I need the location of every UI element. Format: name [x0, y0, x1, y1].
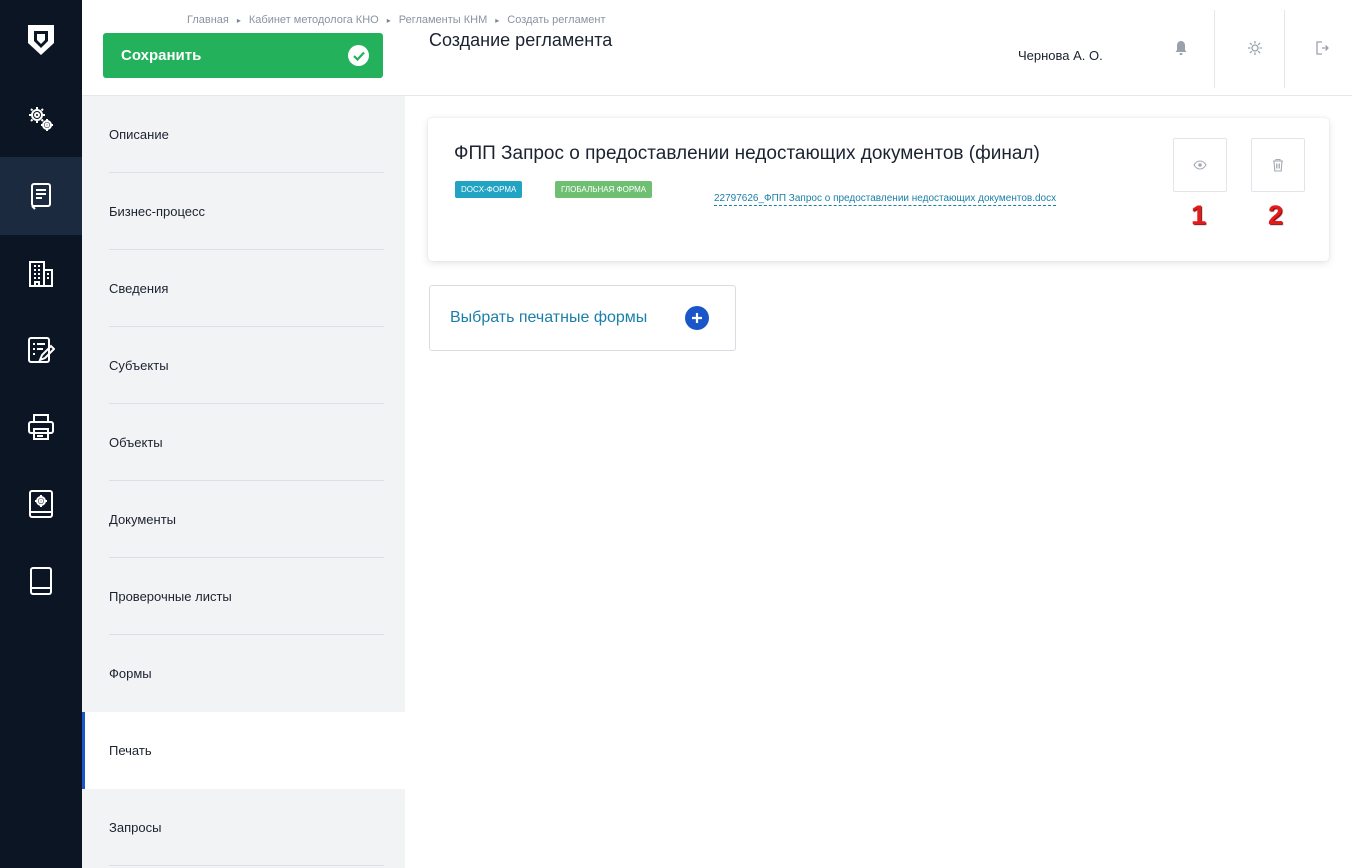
section-sidebar: Описание Бизнес-процесс Сведения Субъект…	[82, 96, 405, 868]
breadcrumb-item-home[interactable]: Главная	[187, 14, 229, 26]
sidebar-item-forms[interactable]: Формы	[82, 635, 405, 712]
user-name[interactable]: Чернова А. О.	[1018, 48, 1103, 63]
divider	[1214, 10, 1215, 88]
sidebar-item-label: Документы	[109, 512, 177, 527]
sidebar-item-label: Сведения	[109, 281, 169, 296]
icon-rail	[0, 0, 82, 868]
top-bar: Сохранить Главная ▸ Кабинет методолога К…	[82, 0, 1352, 96]
print-form-title: ФПП Запрос о предоставлении недостающих …	[454, 143, 1040, 164]
edit-form-icon[interactable]	[0, 311, 82, 389]
select-print-forms-button[interactable]: Выбрать печатные формы	[429, 285, 736, 351]
sidebar-item-label: Объекты	[109, 435, 163, 450]
sidebar-item-label: Субъекты	[109, 358, 169, 373]
breadcrumb-item-regulations[interactable]: Регламенты КНМ	[399, 14, 488, 26]
plus-icon	[685, 306, 709, 330]
sidebar-item-objects[interactable]: Объекты	[82, 404, 405, 481]
sidebar-item-business-process[interactable]: Бизнес-процесс	[82, 173, 405, 250]
sidebar-item-documents[interactable]: Документы	[82, 481, 405, 558]
building-icon[interactable]	[0, 234, 82, 312]
sidebar-item-requests[interactable]: Запросы	[82, 789, 405, 866]
sidebar-item-info[interactable]: Сведения	[82, 250, 405, 327]
save-button-label: Сохранить	[121, 47, 202, 64]
delete-button[interactable]	[1251, 138, 1305, 192]
sidebar-item-label: Запросы	[109, 820, 162, 835]
select-print-forms-label: Выбрать печатные формы	[450, 309, 648, 326]
breadcrumb-separator: ▸	[386, 15, 391, 25]
document-list-icon[interactable]	[0, 157, 82, 235]
sidebar-item-label: Описание	[109, 127, 169, 142]
breadcrumb-separator: ▸	[236, 15, 241, 25]
sidebar-item-label: Проверочные листы	[109, 589, 232, 604]
divider	[109, 865, 384, 866]
view-button[interactable]	[1173, 138, 1227, 192]
logo-shield-icon[interactable]	[0, 0, 82, 80]
file-link-container: 22797626_ФПП Запрос о предоставлении нед…	[454, 184, 1094, 214]
divider	[1284, 10, 1285, 88]
breadcrumb-item-cabinet[interactable]: Кабинет методолога КНО	[249, 14, 379, 26]
annotation-marker-1: 1	[1191, 200, 1207, 230]
logout-icon[interactable]	[1294, 10, 1350, 86]
gear-icon[interactable]	[1227, 10, 1283, 86]
print-form-card: ФПП Запрос о предоставлении недостающих …	[428, 118, 1329, 261]
sidebar-item-checklists[interactable]: Проверочные листы	[82, 558, 405, 635]
sidebar-item-label: Бизнес-процесс	[109, 204, 206, 219]
book-icon[interactable]	[0, 542, 82, 620]
file-link[interactable]: 22797626_ФПП Запрос о предоставлении нед…	[714, 193, 1057, 206]
sidebar-item-print[interactable]: Печать	[82, 712, 405, 789]
sidebar-item-description[interactable]: Описание	[82, 96, 405, 173]
sidebar-item-label: Печать	[109, 743, 152, 758]
sidebar-item-label: Формы	[109, 666, 152, 681]
bell-icon[interactable]	[1153, 10, 1209, 86]
breadcrumb-item-current: Создать регламент	[507, 14, 606, 26]
printer-icon[interactable]	[0, 388, 82, 466]
settings-gears-icon[interactable]	[0, 80, 82, 158]
eye-icon	[1193, 160, 1207, 170]
save-button[interactable]: Сохранить	[103, 33, 383, 78]
settings-book-icon[interactable]	[0, 465, 82, 543]
breadcrumb-separator: ▸	[495, 15, 500, 25]
check-icon	[348, 45, 369, 66]
sidebar-item-subjects[interactable]: Субъекты	[82, 327, 405, 404]
breadcrumb: Главная ▸ Кабинет методолога КНО ▸ Регла…	[187, 14, 606, 26]
page-title: Создание регламента	[429, 30, 613, 50]
trash-icon	[1273, 158, 1283, 172]
annotation-marker-2: 2	[1268, 200, 1284, 230]
